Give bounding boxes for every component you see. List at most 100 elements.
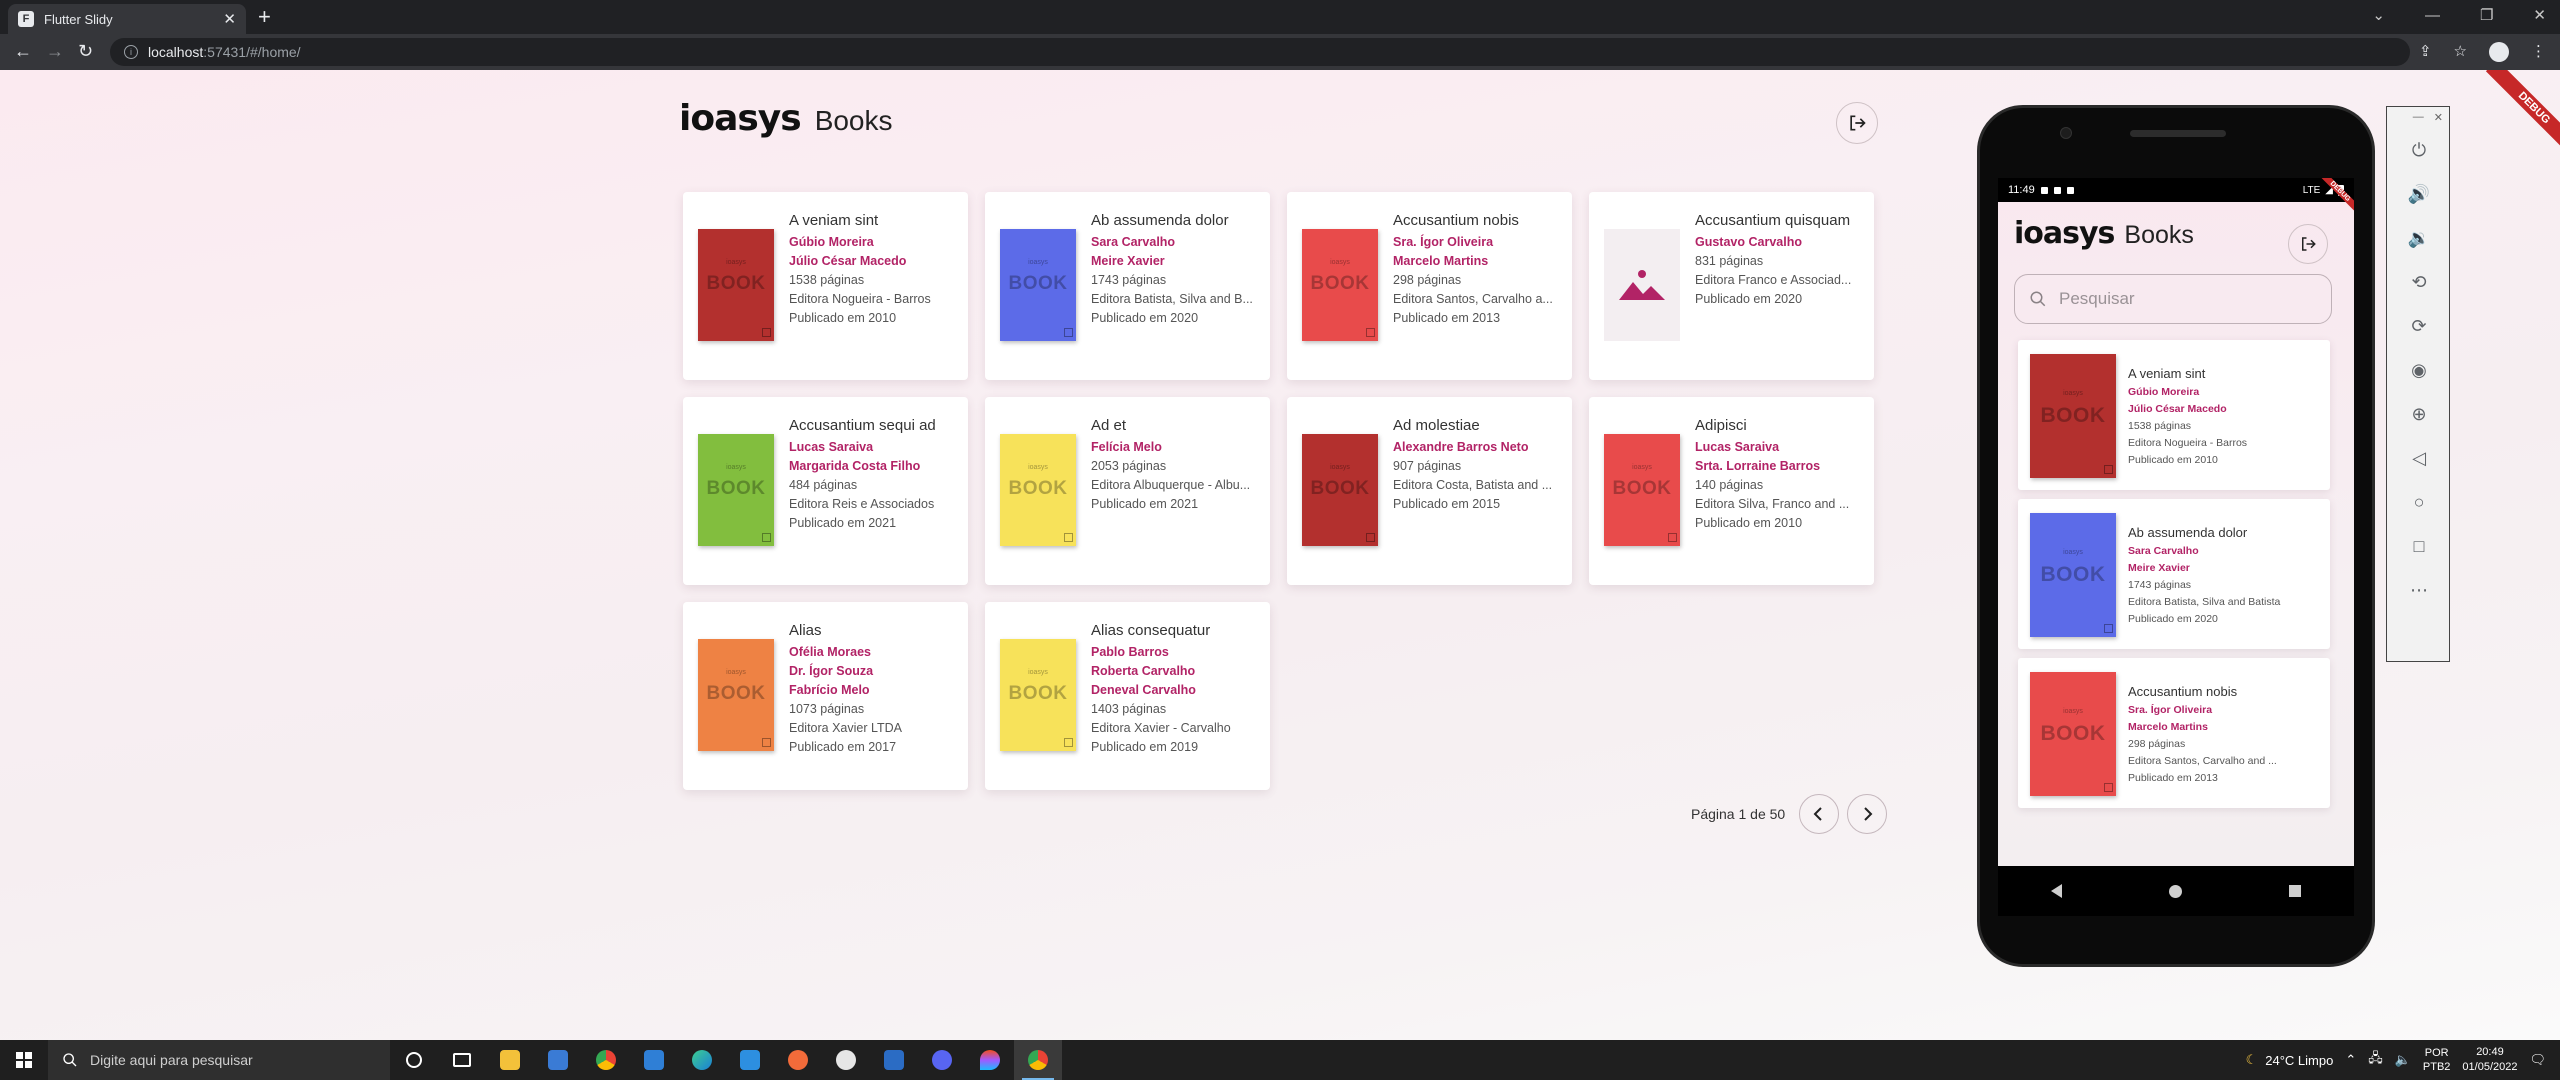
- discord-icon[interactable]: [918, 1040, 966, 1080]
- site-info-icon[interactable]: i: [124, 45, 138, 59]
- book-author: Gúbio Moreira: [2128, 386, 2200, 398]
- emulator-close-icon[interactable]: ✕: [2434, 111, 2443, 124]
- book-card[interactable]: Accusantium quisquam Gustavo Carvalho 831 …: [1589, 192, 1874, 380]
- minimize-button[interactable]: —: [2425, 7, 2440, 24]
- start-button[interactable]: [0, 1040, 48, 1080]
- book-card[interactable]: ioasys BOOK Ad et Felícia Melo 2053 páginas E…: [985, 397, 1270, 585]
- book-card[interactable]: ioasys BOOK Alias Ofélia Moraes Dr. Ígor Sou…: [683, 602, 968, 790]
- mail-icon[interactable]: [630, 1040, 678, 1080]
- back-icon[interactable]: ←: [14, 41, 32, 62]
- network-label: LTE: [2302, 184, 2321, 196]
- android-recents-icon[interactable]: [2288, 885, 2301, 897]
- phone-speaker: [2130, 130, 2226, 137]
- chrome-active-icon[interactable]: [1014, 1040, 1062, 1080]
- book-pages: 1743 páginas: [2128, 579, 2192, 591]
- book-pages: 1743 páginas: [1091, 273, 1167, 287]
- share-icon[interactable]: ⇪: [2419, 42, 2432, 62]
- tray-network-icon[interactable]: 🖧: [2368, 1049, 2383, 1071]
- book-publisher: Editora Nogueira - Barros: [789, 292, 931, 306]
- search-icon: [63, 1053, 77, 1067]
- rotate-right-icon[interactable]: ⟳: [2387, 304, 2451, 348]
- page-indicator: Página 1 de 50: [1691, 806, 1786, 822]
- more-icon[interactable]: ⋯: [2387, 568, 2451, 612]
- book-author: Júlio César Macedo: [2128, 403, 2227, 415]
- vscode-icon[interactable]: [726, 1040, 774, 1080]
- menu-kebab-icon[interactable]: ⋮: [2531, 42, 2546, 62]
- clock[interactable]: 20:49 01/05/2022: [2462, 1045, 2517, 1075]
- book-cover-image: ioasys BOOK: [1000, 434, 1076, 546]
- chrome-icon[interactable]: [582, 1040, 630, 1080]
- book-card[interactable]: ioasys BOOK Accusantium nobis Sra. Ígor Oli…: [1287, 192, 1572, 380]
- book-card[interactable]: ioasys BOOK Ab assumenda dolor Sara Carvalh…: [985, 192, 1270, 380]
- volume-down-icon[interactable]: 🔉: [2387, 216, 2451, 260]
- tray-chevron-icon[interactable]: ⌃: [2345, 1052, 2356, 1068]
- rotate-left-icon[interactable]: ⟲: [2387, 260, 2451, 304]
- book-card[interactable]: ioasys BOOK Ad molestiae Alexandre Barros N…: [1287, 397, 1572, 585]
- book-publisher: Editora Xavier - Carvalho: [1091, 721, 1231, 735]
- book-info: Adipisci Lucas Saraiva Srta. Lorraine Barr…: [1695, 417, 1865, 533]
- book-card[interactable]: ioasys BOOK Adipisci Lucas Saraiva Srta. Lor…: [1589, 397, 1874, 585]
- profile-avatar-icon[interactable]: [2489, 42, 2509, 62]
- tab-search-icon[interactable]: ⌄: [2372, 6, 2385, 24]
- book-publisher: Editora Batista, Silva and Batista: [2128, 596, 2281, 608]
- book-title: Alias consequatur: [1091, 622, 1211, 639]
- book-info: A veniam sint Gúbio Moreira Júlio César Ma…: [789, 212, 959, 328]
- placeholder-image-icon: [1604, 229, 1680, 341]
- file-explorer-icon[interactable]: [486, 1040, 534, 1080]
- android-home-icon[interactable]: [2168, 884, 2182, 898]
- book-published-year: Publicado em 2020: [1695, 292, 1803, 306]
- input-language[interactable]: POR PTB2: [2423, 1046, 2451, 1074]
- volume-up-icon[interactable]: 🔊: [2387, 172, 2451, 216]
- book-card[interactable]: ioasys BOOK Alias consequatur Pablo Barros R…: [985, 602, 1270, 790]
- task-view-icon[interactable]: [438, 1040, 486, 1080]
- book-title: Ab assumenda dolor: [2128, 525, 2248, 540]
- previous-page-button[interactable]: [1799, 794, 1840, 834]
- restore-button[interactable]: ❐: [2480, 6, 2493, 24]
- zoom-icon[interactable]: ⊕: [2387, 392, 2451, 436]
- cortana-icon[interactable]: [390, 1040, 438, 1080]
- mobile-book-card[interactable]: ioasys BOOK Accusantium nobis Sra. Ígor Oli…: [2018, 658, 2330, 808]
- book-title: Accusantium quisquam: [1695, 212, 1851, 229]
- bookmark-star-icon[interactable]: ☆: [2454, 42, 2467, 62]
- overview-icon[interactable]: □: [2387, 524, 2451, 568]
- browser-tab[interactable]: F Flutter Slidy ✕: [8, 4, 246, 34]
- book-card[interactable]: ioasys BOOK A veniam sint Gúbio Moreira Júli…: [683, 192, 968, 380]
- mobile-book-card[interactable]: ioasys BOOK A veniam sint Gúbio Moreira Júli…: [2018, 340, 2330, 490]
- mobile-search-input[interactable]: Pesquisar: [2014, 274, 2332, 324]
- reload-icon[interactable]: ↻: [78, 41, 93, 62]
- logout-button[interactable]: [1836, 102, 1878, 144]
- store-icon[interactable]: [534, 1040, 582, 1080]
- postman-icon[interactable]: [774, 1040, 822, 1080]
- book-cover-image: ioasys BOOK: [1000, 639, 1076, 751]
- mobile-book-card[interactable]: ioasys BOOK Ab assumenda dolor Sara Carvalh…: [2018, 499, 2330, 649]
- weather-widget[interactable]: ☾ 24°C Limpo: [2246, 1052, 2334, 1068]
- camera-icon[interactable]: ◉: [2387, 348, 2451, 392]
- forward-icon[interactable]: →: [46, 41, 64, 62]
- android-back-icon[interactable]: [2051, 884, 2063, 898]
- book-author: Gúbio Moreira: [789, 235, 874, 249]
- github-desktop-icon[interactable]: [822, 1040, 870, 1080]
- url-field[interactable]: i localhost:57431/#/home/: [110, 38, 2410, 66]
- figma-icon[interactable]: [966, 1040, 1014, 1080]
- next-page-button[interactable]: [1847, 794, 1888, 834]
- volume-icon[interactable]: 🔈: [2395, 1052, 2411, 1068]
- moon-icon: ☾: [2245, 1052, 2258, 1067]
- emulator-minimize-icon[interactable]: —: [2413, 111, 2424, 124]
- new-tab-button[interactable]: +: [258, 4, 271, 30]
- close-window-button[interactable]: ✕: [2533, 6, 2546, 24]
- book-title: A veniam sint: [789, 212, 879, 229]
- back-icon[interactable]: ◁: [2387, 436, 2451, 480]
- book-pages: 1538 páginas: [789, 273, 865, 287]
- notifications-icon[interactable]: 🗨: [2529, 1052, 2546, 1068]
- mobile-logout-button[interactable]: [2288, 224, 2328, 264]
- photos-icon[interactable]: [870, 1040, 918, 1080]
- pagination: Página 1 de 50: [1691, 794, 1888, 834]
- book-author: Ofélia Moraes: [789, 645, 871, 659]
- book-card[interactable]: ioasys BOOK Accusantium sequi ad Lucas Sara…: [683, 397, 968, 585]
- taskbar-search[interactable]: Digite aqui para pesquisar: [48, 1040, 390, 1080]
- home-icon[interactable]: ○: [2387, 480, 2451, 524]
- close-tab-icon[interactable]: ✕: [223, 10, 236, 28]
- edge-icon[interactable]: [678, 1040, 726, 1080]
- power-icon[interactable]: ⏻: [2387, 128, 2451, 172]
- book-publisher: Editora Batista, Silva and B...: [1091, 292, 1253, 306]
